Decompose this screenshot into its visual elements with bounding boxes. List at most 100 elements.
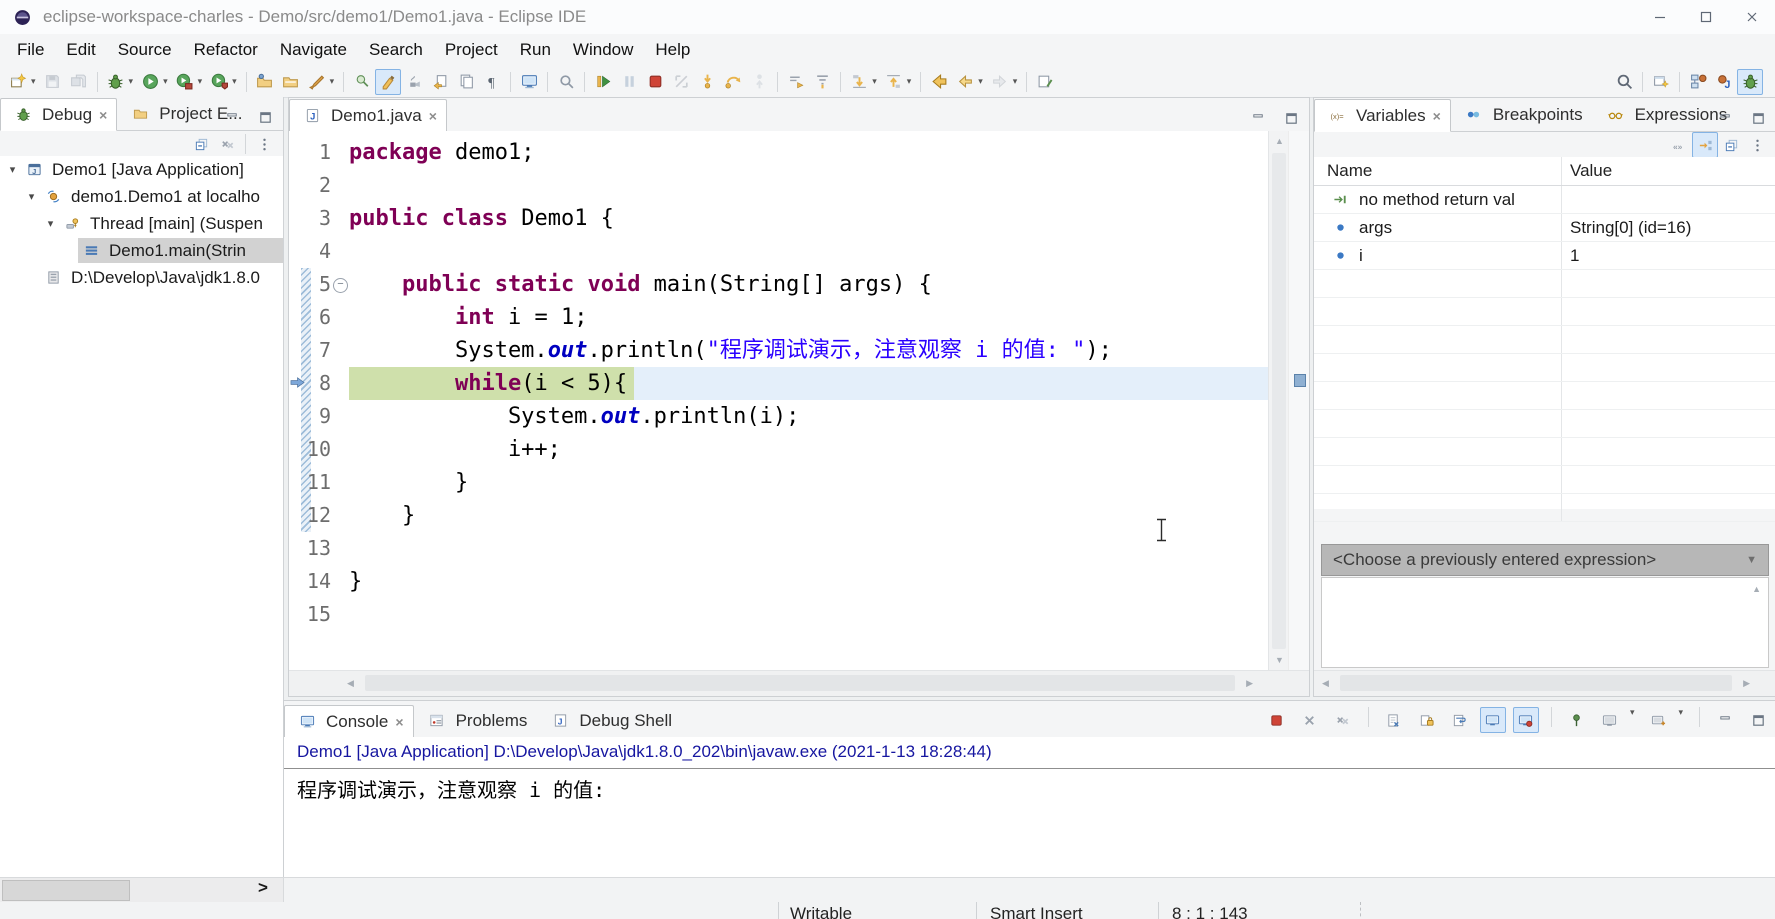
hide-annotations-icon[interactable] <box>553 69 579 95</box>
expression-combo[interactable]: <Choose a previously entered expression>… <box>1321 544 1769 576</box>
scrollbar-thumb[interactable] <box>1272 153 1286 649</box>
search-icon[interactable] <box>1611 69 1637 95</box>
tree-item-demo1-demo1-at-localho[interactable]: ▾ demo1.Demo1 at localho <box>0 183 283 210</box>
restore-up-icon[interactable] <box>881 69 907 95</box>
maximize-view-icon[interactable] <box>1745 105 1771 131</box>
column-value[interactable]: Value <box>1561 157 1775 185</box>
load-down-dropdown-icon[interactable]: ▾ <box>872 76 877 87</box>
tree-item-thread-main-suspen[interactable]: ▾ Thread [main] (Suspen <box>0 210 283 237</box>
step-return-icon[interactable] <box>746 69 772 95</box>
view-tab-breakpoints[interactable]: Breakpoints <box>1451 98 1593 131</box>
show-doc-icon[interactable] <box>453 69 479 95</box>
menu-navigate[interactable]: Navigate <box>269 36 358 64</box>
code-line-8[interactable]: while(i < 5){ <box>349 367 1269 400</box>
drop-to-frame-icon[interactable] <box>783 69 809 95</box>
view-tab-debug[interactable]: Debug × <box>0 98 118 131</box>
scroll-left-icon[interactable]: ◀ <box>347 679 354 688</box>
forward-dropdown-icon[interactable]: ▾ <box>1013 76 1018 87</box>
remove-launch-icon[interactable] <box>1297 707 1323 733</box>
editor-vertical-scrollbar[interactable]: ▲ ▼ <box>1268 131 1289 671</box>
paint-brush-icon[interactable] <box>304 69 330 95</box>
maximize-view-icon[interactable] <box>252 104 278 130</box>
back-dropdown-icon[interactable]: ▾ <box>978 76 983 87</box>
use-step-filters-icon[interactable] <box>809 69 835 95</box>
menu-file[interactable]: File <box>6 36 55 64</box>
variable-row[interactable] <box>1314 410 1775 438</box>
expander-icon[interactable]: ▾ <box>23 190 40 203</box>
variable-row[interactable] <box>1314 326 1775 354</box>
word-wrap-icon[interactable] <box>1447 707 1473 733</box>
run-external-dropdown-icon[interactable]: ▾ <box>232 76 237 87</box>
load-down-icon[interactable] <box>846 69 872 95</box>
menu-window[interactable]: Window <box>562 36 644 64</box>
forward-icon[interactable] <box>987 69 1013 95</box>
editor-tab-demo1-java[interactable]: J Demo1.java × <box>289 99 447 132</box>
new-wizard-dropdown-icon[interactable]: ▾ <box>31 76 36 87</box>
tree-item-content[interactable]: Thread [main] (Suspen <box>59 211 283 236</box>
display-console-dropdown-icon[interactable]: ▾ <box>1630 707 1635 733</box>
code-line-11[interactable]: } <box>349 466 1269 499</box>
tree-item-d-develop-java-jdk1-8-0[interactable]: D:\Develop\Java\jdk1.8.0 <box>0 264 283 291</box>
overview-ruler[interactable] <box>1288 131 1309 671</box>
show-logical-structure-icon[interactable] <box>1692 132 1718 158</box>
maximize-view-icon[interactable] <box>1745 707 1771 733</box>
link-editor-icon[interactable] <box>427 69 453 95</box>
scroll-right-icon[interactable]: ▶ <box>1246 679 1253 688</box>
variable-row-no-method-return-val[interactable]: no method return val <box>1314 186 1775 214</box>
view-menu-icon[interactable] <box>251 131 277 157</box>
code-line-6[interactable]: int i = 1; <box>349 301 1269 334</box>
new-wizard-icon[interactable] <box>5 69 31 95</box>
last-edit-icon[interactable] <box>1032 69 1058 95</box>
menu-project[interactable]: Project <box>434 36 509 64</box>
menu-refactor[interactable]: Refactor <box>183 36 269 64</box>
tree-item-content[interactable]: J Demo1 [Java Application] <box>21 157 283 182</box>
minimize-editor-icon[interactable] <box>1245 105 1271 131</box>
mark-occurrences-icon[interactable] <box>375 68 402 95</box>
scroll-down-icon[interactable]: ▼ <box>1275 656 1284 665</box>
terminate-icon[interactable] <box>642 69 668 95</box>
search-annotation-icon[interactable] <box>349 69 375 95</box>
variables-horizontal-scrollbar[interactable]: ◀ ▶ <box>1314 670 1775 696</box>
expander-icon[interactable]: ▾ <box>4 163 21 176</box>
console-monitor-icon[interactable] <box>516 69 542 95</box>
scroll-up-icon[interactable]: ▲ <box>1275 137 1284 146</box>
column-name[interactable]: Name <box>1314 157 1561 185</box>
maximize-editor-icon[interactable] <box>1278 105 1304 131</box>
variable-row[interactable] <box>1314 438 1775 466</box>
code-line-7[interactable]: System.out.println("程序调试演示，注意观察 i 的值: ")… <box>349 334 1269 367</box>
collapse-all-icon[interactable] <box>1718 132 1744 158</box>
coverage-dropdown-icon[interactable]: ▾ <box>198 76 203 87</box>
menu-edit[interactable]: Edit <box>55 36 106 64</box>
debug-perspective-icon[interactable] <box>1737 68 1763 95</box>
view-tab-problems[interactable]: Problems <box>414 704 538 737</box>
menu-search[interactable]: Search <box>358 36 434 64</box>
scrollbar-thumb[interactable] <box>365 675 1235 691</box>
debug-view-horizontal-scrollbar[interactable]: > <box>0 878 284 902</box>
minimize-view-icon[interactable] <box>1712 707 1738 733</box>
variable-row[interactable] <box>1314 298 1775 326</box>
code-line-1[interactable]: package demo1; <box>349 136 1269 169</box>
code-line-5[interactable]: public static void main(String[] args) { <box>349 268 1269 301</box>
variable-row[interactable] <box>1314 494 1775 522</box>
remove-all-terminated-icon[interactable] <box>1330 707 1356 733</box>
console-content[interactable]: Demo1 [Java Application] D:\Develop\Java… <box>284 737 1775 878</box>
open-console-dropdown-icon[interactable]: ▾ <box>1678 707 1683 733</box>
view-tab-debug-shell[interactable]: J Debug Shell <box>537 704 682 737</box>
debug-bug-dropdown-icon[interactable]: ▾ <box>129 76 134 87</box>
view-tab-variables[interactable]: (x)= Variables × <box>1314 99 1451 132</box>
show-type-names-icon[interactable]: «» <box>1666 132 1692 158</box>
close-tab-icon[interactable]: × <box>1433 108 1441 124</box>
resume-icon[interactable] <box>590 69 616 95</box>
display-console-icon[interactable] <box>1597 707 1623 733</box>
sprinkler-icon[interactable] <box>401 69 427 95</box>
suspend-icon[interactable] <box>616 69 642 95</box>
code-line-12[interactable]: } <box>349 499 1269 532</box>
code-line-15[interactable] <box>349 598 1269 631</box>
scroll-lock-icon[interactable] <box>1414 707 1440 733</box>
minimize-view-icon[interactable] <box>1712 105 1738 131</box>
tree-item-content[interactable]: demo1.Demo1 at localho <box>40 184 283 209</box>
code-line-10[interactable]: i++; <box>349 433 1269 466</box>
current-line-marker[interactable] <box>1294 374 1306 387</box>
debug-bug-icon[interactable] <box>103 69 129 95</box>
scrollbar-thumb[interactable] <box>1340 675 1732 691</box>
